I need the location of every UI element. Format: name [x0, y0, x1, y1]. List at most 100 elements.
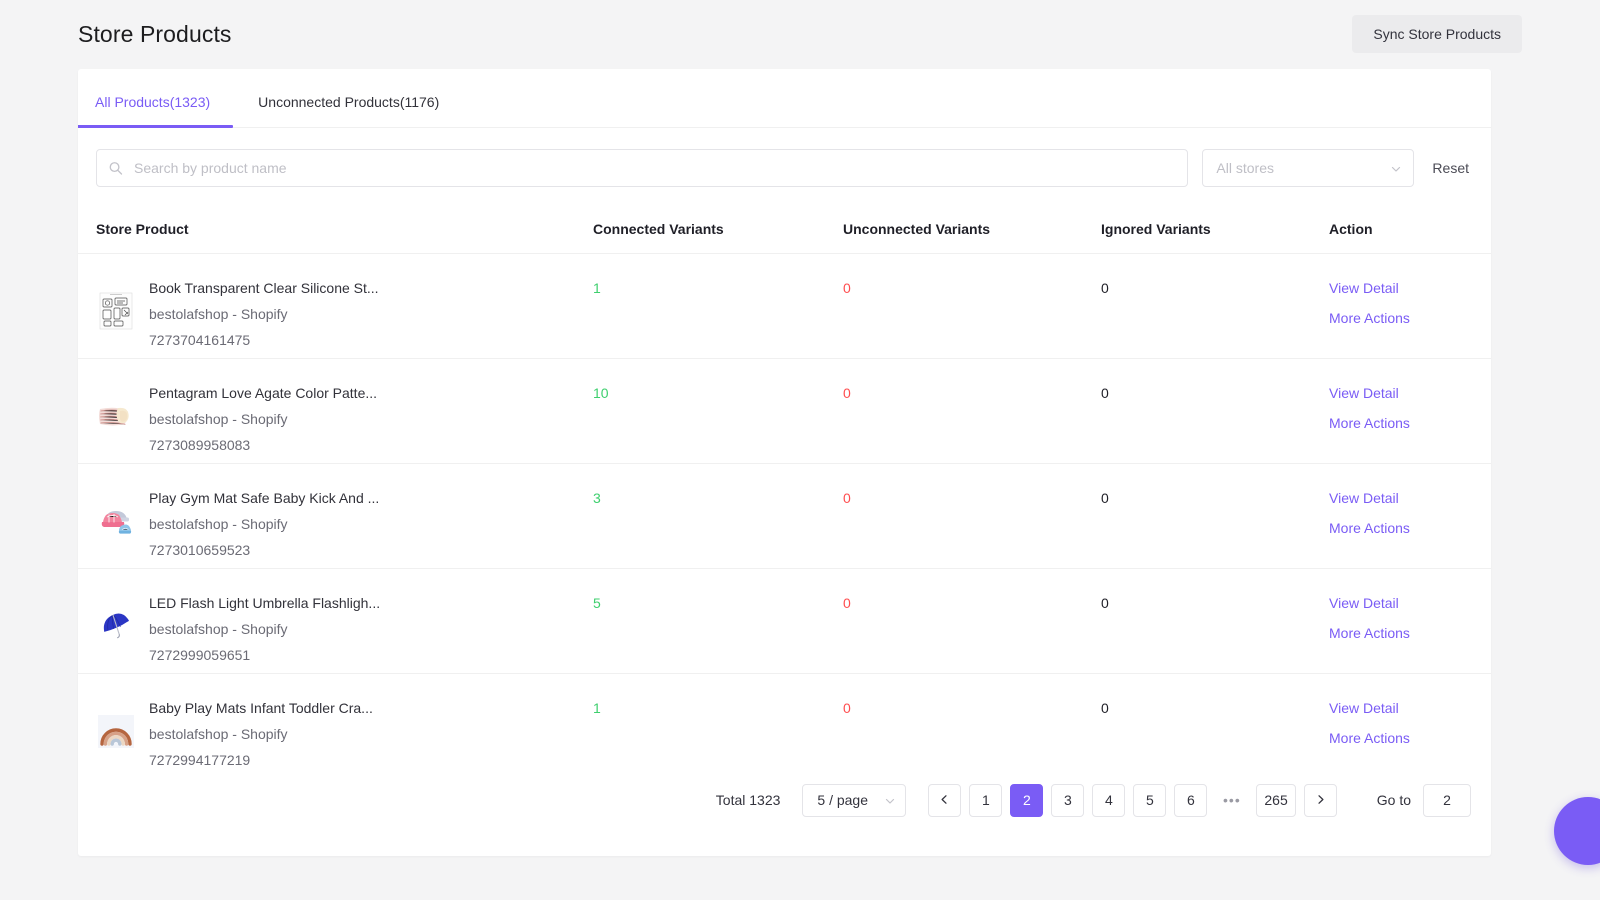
cell-ignored-variants: 0	[1101, 568, 1329, 674]
tab-all-products[interactable]: All Products(1323)	[78, 94, 234, 128]
column-header-ignored-variants: Ignored Variants	[1101, 207, 1329, 254]
cell-ignored-variants: 0	[1101, 463, 1329, 569]
cell-action: View Detail More Actions	[1329, 568, 1491, 674]
more-actions-link[interactable]: More Actions	[1329, 624, 1491, 642]
chevron-left-icon	[939, 792, 950, 808]
pagination-total-label: Total 1323	[715, 792, 781, 808]
cell-store-product: Pentagram Love Agate Color Patte... best…	[78, 358, 593, 464]
cell-action: View Detail More Actions	[1329, 358, 1491, 464]
cell-unconnected-variants: 0	[843, 358, 1101, 464]
product-name: Play Gym Mat Safe Baby Kick And ...	[149, 490, 380, 506]
pagination-page-1[interactable]: 1	[969, 783, 1003, 817]
table-row: LED Flash Light Umbrella Flashligh... be…	[78, 568, 1491, 674]
ignored-variants-count: 0	[1101, 490, 1109, 506]
product-name: Baby Play Mats Infant Toddler Cra...	[149, 700, 373, 716]
rainbow-play-mat-thumb	[96, 711, 136, 751]
product-store: bestolafshop - Shopify	[149, 306, 288, 322]
view-detail-link[interactable]: View Detail	[1329, 489, 1491, 507]
store-filter-value: All stores	[1216, 160, 1274, 176]
column-header-store-product: Store Product	[78, 207, 593, 254]
ignored-variants-count: 0	[1101, 595, 1109, 611]
table-header-row: Store Product Connected Variants Unconne…	[78, 207, 1491, 254]
column-header-connected-variants: Connected Variants	[593, 207, 843, 254]
pagination-page-4[interactable]: 4	[1092, 783, 1126, 817]
page-size-value: 5 / page	[817, 792, 868, 808]
cell-unconnected-variants: 0	[843, 463, 1101, 569]
pagination-last-page[interactable]: 265	[1256, 783, 1296, 817]
unconnected-variants-count[interactable]: 0	[843, 280, 851, 296]
store-filter-select[interactable]: All stores	[1202, 149, 1415, 187]
store-products-page: Store Products Sync Store Products All P…	[0, 0, 1600, 900]
play-gym-mat-thumb	[96, 501, 136, 541]
products-card: All Products(1323) Unconnected Products(…	[78, 69, 1491, 856]
product-name: LED Flash Light Umbrella Flashligh...	[149, 595, 381, 611]
cell-unconnected-variants: 0	[843, 568, 1101, 674]
product-store: bestolafshop - Shopify	[149, 621, 288, 637]
view-detail-link[interactable]: View Detail	[1329, 699, 1491, 717]
view-detail-link[interactable]: View Detail	[1329, 279, 1491, 297]
cell-ignored-variants: 0	[1101, 358, 1329, 464]
goto-page-input[interactable]	[1423, 783, 1471, 817]
more-actions-link[interactable]: More Actions	[1329, 414, 1491, 432]
product-name: Book Transparent Clear Silicone St...	[149, 280, 379, 296]
pagination-page-2[interactable]: 2	[1010, 783, 1044, 817]
pagination-prev-button[interactable]	[928, 783, 962, 817]
more-actions-link[interactable]: More Actions	[1329, 729, 1491, 747]
sync-store-products-button[interactable]: Sync Store Products	[1352, 15, 1522, 53]
view-detail-link[interactable]: View Detail	[1329, 594, 1491, 612]
pagination-page-6[interactable]: 6	[1174, 783, 1208, 817]
product-id: 7273089958083	[149, 437, 251, 453]
book-silicone-stamps-thumb	[96, 291, 136, 331]
view-detail-link[interactable]: View Detail	[1329, 384, 1491, 402]
goto-page-label: Go to	[1376, 792, 1411, 808]
pagination-next-button[interactable]	[1303, 783, 1337, 817]
column-header-unconnected-variants: Unconnected Variants	[843, 207, 1101, 254]
cell-action: View Detail More Actions	[1329, 463, 1491, 569]
tab-unconnected-products[interactable]: Unconnected Products(1176)	[257, 94, 440, 127]
pagination-ellipsis[interactable]: •••	[1215, 784, 1248, 817]
connected-variants-count[interactable]: 1	[593, 280, 601, 296]
cell-store-product: LED Flash Light Umbrella Flashligh... be…	[78, 568, 593, 674]
connected-variants-count[interactable]: 1	[593, 700, 601, 716]
agate-coaster-thumb	[96, 396, 136, 436]
ignored-variants-count: 0	[1101, 280, 1109, 296]
pagination-bar: Total 1323 5 / page 1 2 3 4 5 6 ••• 265 …	[78, 756, 1491, 856]
more-actions-link[interactable]: More Actions	[1329, 309, 1491, 327]
product-store: bestolafshop - Shopify	[149, 411, 288, 427]
table-body: Book Transparent Clear Silicone St... be…	[78, 253, 1491, 779]
table-head: Store Product Connected Variants Unconne…	[78, 207, 1491, 254]
search-input[interactable]	[96, 149, 1189, 187]
table-row: Pentagram Love Agate Color Patte... best…	[78, 358, 1491, 464]
page-size-select[interactable]: 5 / page	[802, 783, 907, 817]
table-row: Play Gym Mat Safe Baby Kick And ... best…	[78, 463, 1491, 569]
unconnected-variants-count[interactable]: 0	[843, 385, 851, 401]
cell-store-product: Book Transparent Clear Silicone St... be…	[78, 253, 593, 359]
connected-variants-count[interactable]: 3	[593, 490, 601, 506]
tab-bar: All Products(1323) Unconnected Products(…	[78, 69, 1491, 128]
product-id: 7273010659523	[149, 542, 251, 558]
unconnected-variants-count[interactable]: 0	[843, 700, 851, 716]
unconnected-variants-count[interactable]: 0	[843, 595, 851, 611]
filter-bar: All stores Reset	[78, 128, 1491, 207]
cell-unconnected-variants: 0	[843, 253, 1101, 359]
table-row: Book Transparent Clear Silicone St... be…	[78, 253, 1491, 359]
cell-connected-variants: 5	[593, 568, 843, 674]
unconnected-variants-count[interactable]: 0	[843, 490, 851, 506]
connected-variants-count[interactable]: 10	[593, 385, 609, 401]
product-id: 7272999059651	[149, 647, 251, 663]
page-header: Store Products Sync Store Products	[0, 0, 1600, 68]
more-actions-link[interactable]: More Actions	[1329, 519, 1491, 537]
product-id: 7273704161475	[149, 332, 251, 348]
pagination-page-3[interactable]: 3	[1051, 783, 1085, 817]
cell-connected-variants: 3	[593, 463, 843, 569]
connected-variants-count[interactable]: 5	[593, 595, 601, 611]
cell-action: View Detail More Actions	[1329, 253, 1491, 359]
pagination-page-5[interactable]: 5	[1133, 783, 1167, 817]
chevron-right-icon	[1315, 792, 1326, 808]
reset-filters-button[interactable]: Reset	[1428, 160, 1473, 176]
product-store: bestolafshop - Shopify	[149, 726, 288, 742]
cell-connected-variants: 10	[593, 358, 843, 464]
help-chat-fab[interactable]	[1554, 797, 1600, 865]
cell-store-product: Play Gym Mat Safe Baby Kick And ... best…	[78, 463, 593, 569]
cell-connected-variants: 1	[593, 253, 843, 359]
